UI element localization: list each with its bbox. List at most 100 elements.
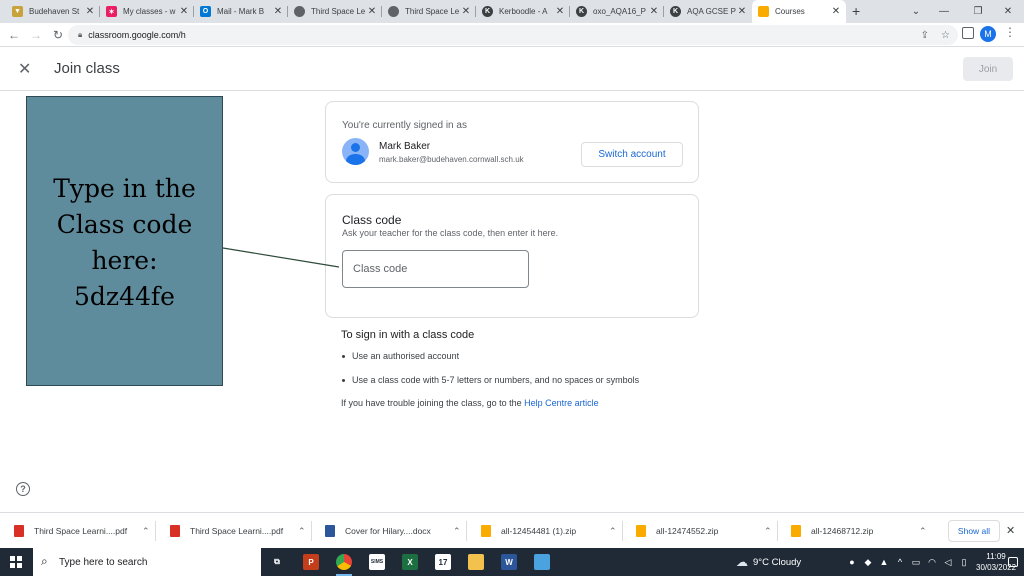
google-classroom-icon [758, 6, 769, 17]
instructions-title: To sign in with a class code [341, 329, 475, 341]
tab-oxo-aqa[interactable]: K oxo_AQA16_P ✕ [570, 0, 664, 23]
close-tab-icon[interactable]: ✕ [460, 6, 472, 17]
minimize-icon[interactable]: — [930, 0, 958, 23]
sims-icon[interactable]: SIMS [366, 551, 388, 573]
zip-file-icon [481, 525, 491, 537]
help-centre-link[interactable]: Help Centre article [524, 398, 599, 408]
close-tab-icon[interactable]: ✕ [366, 6, 378, 17]
word-icon[interactable]: W [498, 551, 520, 573]
user-name: Mark Baker [379, 141, 431, 152]
zip-file-icon [636, 525, 646, 537]
close-window-icon[interactable]: ✕ [994, 0, 1022, 23]
download-item[interactable]: all-12474552.zip ⌃ [636, 513, 778, 549]
cloud-icon: ☁ [736, 555, 748, 569]
bookmark-star-icon[interactable]: ☆ [941, 30, 950, 41]
chevron-up-icon[interactable]: ⌃ [919, 526, 927, 537]
help-text: If you have trouble joining the class, g… [341, 398, 599, 408]
app-window-icon[interactable] [531, 551, 553, 573]
download-item[interactable]: all-12468712.zip ⌃ [791, 513, 927, 549]
powerpoint-icon[interactable]: P [300, 551, 322, 573]
url-text: classroom.google.com/h [88, 30, 186, 40]
close-tab-icon[interactable]: ✕ [830, 6, 842, 17]
help-prefix: If you have trouble joining the class, g… [341, 398, 525, 408]
taskbar-search[interactable]: ⌕ Type here to search [33, 548, 261, 576]
chrome-icon[interactable] [333, 551, 355, 576]
instruction-text: Use a class code with 5-7 letters or num… [352, 375, 640, 385]
show-hidden-icons-icon[interactable]: ^ [894, 556, 906, 568]
task-view-icon[interactable]: ⧉ [266, 551, 288, 573]
close-tab-icon[interactable]: ✕ [554, 6, 566, 17]
tab-title: Budehaven St [29, 7, 80, 16]
app-tray-icon[interactable]: ◆ [862, 556, 874, 568]
page-title: Join class [54, 60, 120, 77]
docx-file-icon [325, 525, 335, 537]
chevron-up-icon[interactable]: ⌃ [298, 526, 306, 537]
app-tray-icon[interactable]: ▲ [878, 556, 890, 568]
volume-icon[interactable]: ◁ [942, 556, 954, 568]
app-calendar-icon[interactable]: 17 [432, 551, 454, 573]
weather-widget[interactable]: ☁ 9°C Cloudy [736, 548, 801, 576]
app-tray-icon[interactable]: ● [846, 556, 858, 568]
battery-icon[interactable]: ▯ [958, 556, 970, 568]
tab-third-space-2[interactable]: Third Space Le ✕ [382, 0, 476, 23]
side-panel-icon[interactable] [962, 27, 974, 39]
new-tab-button[interactable]: + [852, 3, 860, 19]
profile-avatar[interactable]: M [980, 26, 996, 42]
lock-icon: 🔒︎ [78, 30, 83, 39]
tab-my-classes[interactable]: ✶ My classes - w ✕ [100, 0, 194, 23]
tab-budehaven[interactable]: ▼ Budehaven St ✕ [6, 0, 100, 23]
windows-taskbar: ⌕ Type here to search ⧉ P SIMS X 17 W ☁ … [0, 548, 1024, 576]
tab-title: Third Space Le [405, 7, 460, 16]
download-item[interactable]: Cover for Hilary....docx ⌃ [325, 513, 467, 549]
close-tab-icon[interactable]: ✕ [272, 6, 284, 17]
tab-third-space-1[interactable]: Third Space Le ✕ [288, 0, 382, 23]
close-tab-icon[interactable]: ✕ [84, 6, 96, 17]
instruction-text: Use an authorised account [352, 351, 460, 361]
back-arrow-icon[interactable]: ← [4, 23, 24, 47]
download-item[interactable]: all-12454481 (1).zip ⌃ [481, 513, 623, 549]
restore-window-icon[interactable]: ❐ [964, 0, 992, 23]
search-placeholder: Type here to search [59, 556, 148, 568]
close-tab-icon[interactable]: ✕ [648, 6, 660, 17]
callout-text: Type in the Class code here: 5dz44fe [35, 171, 215, 315]
weather-condition: Cloudy [771, 556, 802, 568]
chevron-up-icon[interactable]: ⌃ [142, 526, 150, 537]
help-icon[interactable]: ? [16, 482, 30, 496]
tab-mail[interactable]: O Mail - Mark B ✕ [194, 0, 288, 23]
excel-icon[interactable]: X [399, 551, 421, 573]
chevron-up-icon[interactable]: ⌃ [453, 526, 461, 537]
notifications-icon[interactable] [1008, 557, 1018, 567]
chevron-up-icon[interactable]: ⌃ [609, 526, 617, 537]
kerboodle-icon: K [482, 6, 493, 17]
close-tab-icon[interactable]: ✕ [178, 6, 190, 17]
forward-arrow-icon[interactable]: → [26, 23, 46, 47]
network-icon[interactable]: ▭ [910, 556, 922, 568]
join-button[interactable]: Join [963, 57, 1013, 81]
close-downloads-icon[interactable]: ✕ [1006, 524, 1015, 537]
download-item[interactable]: Third Space Learni....pdf ⌃ [14, 513, 156, 549]
close-icon[interactable]: ✕ [18, 59, 31, 79]
tab-search-chevron-icon[interactable]: ⌄ [902, 0, 930, 23]
address-bar[interactable]: 🔒︎ classroom.google.com/h ⇪ ☆ [68, 25, 958, 45]
windows-start-icon[interactable] [10, 556, 22, 568]
share-icon[interactable]: ⇪ [921, 30, 929, 41]
switch-account-button[interactable]: Switch account [581, 142, 683, 167]
reload-icon[interactable]: ↻ [48, 23, 68, 47]
chevron-up-icon[interactable]: ⌃ [764, 526, 772, 537]
close-tab-icon[interactable]: ✕ [736, 6, 748, 17]
callout-line: Type in the [53, 174, 196, 203]
tab-kerboodle[interactable]: K Kerboodle - A ✕ [476, 0, 570, 23]
tab-title: Mail - Mark B [217, 7, 265, 16]
file-explorer-icon[interactable] [465, 551, 487, 573]
search-icon: ⌕ [41, 554, 48, 568]
download-filename: all-12474552.zip [656, 526, 719, 536]
tab-aqa-gcse[interactable]: K AQA GCSE Phy ✕ [664, 0, 752, 23]
user-email: mark.baker@budehaven.cornwall.sch.uk [379, 155, 524, 164]
browser-menu-icon[interactable]: ⋮ [1004, 25, 1016, 39]
tab-courses[interactable]: Courses ✕ [752, 0, 846, 23]
class-code-description: Ask your teacher for the class code, the… [342, 228, 559, 238]
class-code-input[interactable] [342, 250, 529, 288]
wifi-icon[interactable]: ◠ [926, 556, 938, 568]
download-item[interactable]: Third Space Learni....pdf ⌃ [170, 513, 312, 549]
show-all-button[interactable]: Show all [948, 520, 1000, 542]
